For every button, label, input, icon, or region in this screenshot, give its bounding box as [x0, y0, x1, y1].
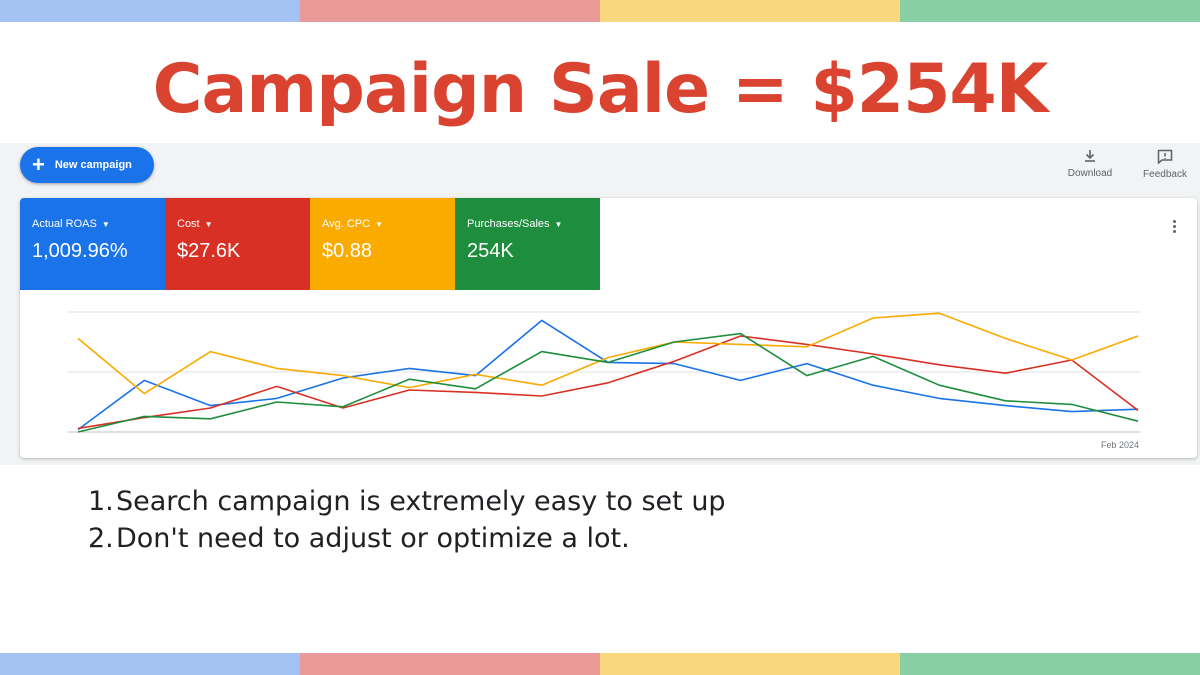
caret-down-icon: ▼ — [375, 219, 384, 229]
scorecard-actual-roas[interactable]: Actual ROAS ▼ 1,009.96% — [20, 198, 165, 290]
list-item: 1. Search campaign is extremely easy to s… — [88, 486, 726, 517]
stripe-green — [900, 0, 1200, 22]
scorecard-purchases-sales[interactable]: Purchases/Sales ▼ 254K — [455, 198, 600, 290]
caret-down-icon: ▼ — [554, 219, 563, 229]
more-options-icon[interactable] — [1173, 220, 1177, 235]
caret-down-icon: ▼ — [204, 219, 213, 229]
feedback-icon — [1157, 149, 1173, 164]
scorecard-value: 1,009.96% — [32, 240, 128, 262]
caret-down-icon: ▼ — [101, 219, 110, 229]
bottom-color-stripe — [0, 653, 1200, 675]
stripe-green — [900, 653, 1200, 675]
performance-line-chart: Feb 2024 — [68, 311, 1140, 450]
feedback-button[interactable]: Feedback — [1135, 149, 1195, 180]
new-campaign-label: New campaign — [54, 159, 132, 171]
stripe-yellow — [600, 0, 900, 22]
google-ads-screenshot: + New campaign Download Feedback Actual … — [0, 143, 1200, 465]
download-icon — [1085, 150, 1095, 162]
new-campaign-button[interactable]: + New campaign — [20, 147, 154, 183]
scorecard-label: Purchases/Sales — [467, 218, 550, 230]
list-number: 2. — [88, 523, 114, 554]
stripe-blue — [0, 653, 300, 675]
scorecard-value: 254K — [467, 240, 514, 262]
scorecard-avg-cpc[interactable]: Avg. CPC ▼ $0.88 — [310, 198, 455, 290]
stripe-red — [300, 0, 600, 22]
download-button[interactable]: Download — [1060, 149, 1120, 179]
list-item: 2. Don't need to adjust or optimize a lot… — [88, 523, 726, 554]
list-text: Search campaign is extremely easy to set… — [116, 486, 726, 517]
stripe-red — [300, 653, 600, 675]
notes-list: 1. Search campaign is extremely easy to s… — [88, 486, 726, 560]
chart-series-line-1 — [77, 319, 1139, 431]
scorecard-label: Actual ROAS — [32, 218, 97, 230]
scorecard-label: Avg. CPC — [322, 218, 371, 230]
download-label: Download — [1067, 168, 1113, 179]
chart-x-tick-label: Feb 2024 — [1101, 440, 1139, 450]
feedback-label: Feedback — [1143, 169, 1187, 180]
top-color-stripe — [0, 0, 1200, 22]
list-number: 1. — [88, 486, 114, 517]
performance-card: Actual ROAS ▼ 1,009.96% Cost ▼ $27.6K Avg.… — [20, 198, 1197, 458]
scorecard-value: $27.6K — [177, 240, 241, 262]
page-headline: Campaign Sale = $254K — [152, 50, 1049, 129]
scorecard-value: $0.88 — [322, 240, 373, 262]
chart-series-line-3 — [77, 312, 1139, 395]
chart-series-line-2 — [77, 335, 1139, 430]
scorecard-label: Cost — [177, 218, 200, 230]
list-text: Don't need to adjust or optimize a lot. — [116, 523, 630, 554]
plus-icon: + — [32, 152, 45, 177]
stripe-yellow — [600, 653, 900, 675]
stripe-blue — [0, 0, 300, 22]
scorecard-cost[interactable]: Cost ▼ $27.6K — [165, 198, 310, 290]
